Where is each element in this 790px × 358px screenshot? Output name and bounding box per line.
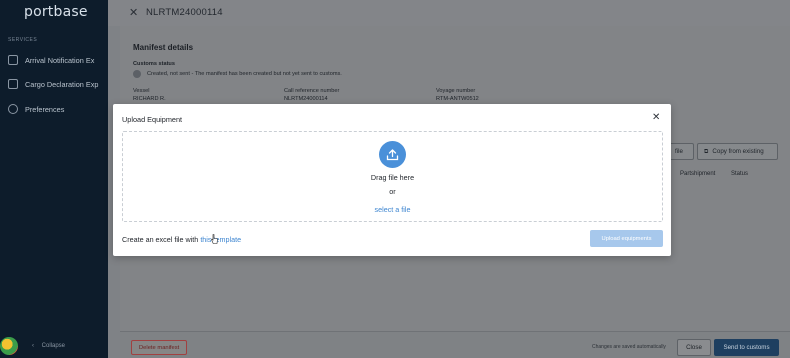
sidebar-item-label: Arrival Notification Ex xyxy=(25,55,95,65)
manifest-heading: Manifest details xyxy=(133,43,194,52)
select-file-container: select a file xyxy=(123,205,662,214)
upload-file-label: file xyxy=(675,148,683,155)
document-icon xyxy=(8,55,18,65)
upload-equipments-button[interactable]: Upload equipments xyxy=(590,230,663,247)
voyage-label: Voyage number xyxy=(436,88,476,94)
sidebar-item-preferences[interactable]: Preferences xyxy=(8,102,104,116)
close-icon[interactable]: ✕ xyxy=(129,6,138,19)
template-link[interactable]: this template xyxy=(200,235,241,244)
copy-icon: ⧉ xyxy=(704,147,709,155)
collapse-label: Collapse xyxy=(41,343,66,349)
sidebar-item-label: Cargo Declaration Exp xyxy=(25,79,99,89)
customs-status-label: Customs status xyxy=(133,61,175,67)
vessel-label: Vessel xyxy=(133,88,150,94)
sidebar-item-arrival-notification[interactable]: Arrival Notification Ex xyxy=(8,53,104,67)
document-icon xyxy=(8,79,18,89)
call-reference-value: NLRTM24000114 xyxy=(284,96,328,102)
dialog-title: Upload Equipment xyxy=(122,115,183,124)
chevron-left-icon: ‹ xyxy=(32,343,34,349)
customs-status-text: Created, not sent - The manifest has bee… xyxy=(147,71,342,77)
copy-from-existing-button[interactable]: ⧉ Copy from existing xyxy=(697,143,778,160)
column-header-status[interactable]: Status xyxy=(731,171,748,177)
template-hint: Create an excel file with this template xyxy=(122,235,241,244)
select-file-link[interactable]: select a file xyxy=(375,205,411,214)
sidebar: portbase SERVICES Arrival Notification E… xyxy=(0,0,108,358)
portbase-logo[interactable]: portbase xyxy=(24,4,88,20)
column-header-partshipment[interactable]: Partshipment xyxy=(680,171,715,177)
close-icon[interactable]: ✕ xyxy=(652,113,660,123)
send-to-customs-button[interactable]: Send to customs xyxy=(714,339,779,356)
hand-cursor-icon xyxy=(211,234,218,244)
file-dropzone[interactable]: Drag file here or select a file xyxy=(122,131,663,222)
delete-manifest-button[interactable]: Delete manifest xyxy=(131,340,188,355)
upload-equipment-dialog: Upload Equipment ✕ Drag file here or sel… xyxy=(113,104,671,256)
drag-file-text: Drag file here xyxy=(370,173,415,182)
sidebar-section-label: SERVICES xyxy=(8,37,38,43)
sidebar-item-cargo-declaration[interactable]: Cargo Declaration Exp xyxy=(8,77,104,91)
copy-from-existing-label: Copy from existing xyxy=(712,148,764,155)
status-indicator xyxy=(133,70,141,78)
collapse-button[interactable]: ‹ Collapse xyxy=(32,343,65,349)
upload-icon[interactable] xyxy=(379,141,406,168)
close-button[interactable]: Close xyxy=(677,339,711,356)
autosave-status: Changes are saved automatically xyxy=(592,344,666,350)
sidebar-item-label: Preferences xyxy=(25,104,65,114)
call-reference-label: Call reference number xyxy=(284,88,340,94)
or-text: or xyxy=(389,187,396,196)
voyage-value: RTM-ANTW0512 xyxy=(436,96,479,102)
avatar[interactable] xyxy=(0,337,18,355)
page-title: NLRTM24000114 xyxy=(146,7,223,18)
vessel-value: RICHARD R. xyxy=(133,96,166,102)
template-prefix-text: Create an excel file with xyxy=(122,235,199,244)
gear-icon xyxy=(8,104,18,114)
